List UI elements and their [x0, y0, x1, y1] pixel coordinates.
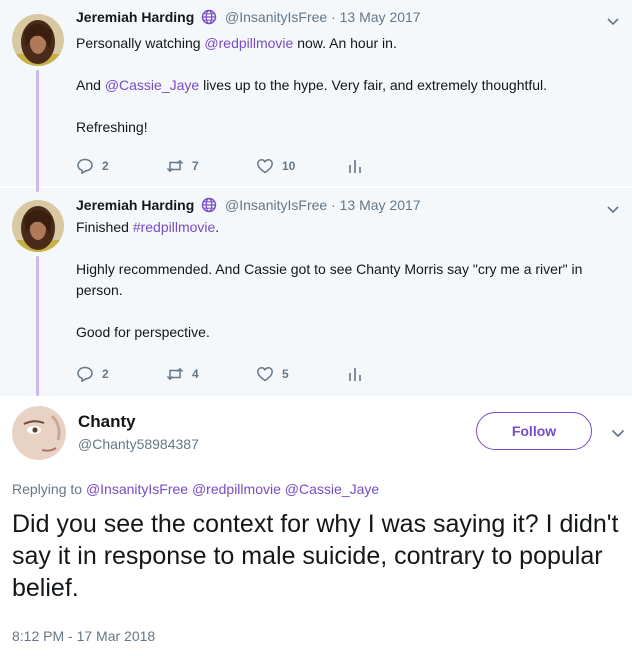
thread-line: [36, 256, 39, 396]
text-segment: Finished: [76, 219, 133, 235]
like-icon: [257, 367, 273, 382]
follow-button[interactable]: Follow: [476, 412, 592, 450]
author-handle[interactable]: @Chanty58984387: [78, 436, 199, 452]
tweet-date[interactable]: 13 May 2017: [340, 9, 421, 25]
like-count: 5: [282, 367, 289, 381]
like-count: 10: [282, 159, 296, 173]
text-segment: now. An hour in.: [293, 35, 397, 51]
tweet-header: Jeremiah Harding @InsanityIsFree · 13 Ma…: [76, 197, 421, 213]
reply-icon: [77, 366, 93, 383]
tweet-header: Jeremiah Harding @InsanityIsFree · 13 Ma…: [76, 9, 421, 25]
avatar[interactable]: [12, 406, 66, 460]
globe-icon: [201, 9, 217, 25]
text-segment: Good for perspective.: [76, 324, 210, 340]
text-segment: Refreshing!: [76, 119, 148, 135]
thread-tweet-1[interactable]: Jeremiah Harding @InsanityIsFree · 13 Ma…: [0, 0, 632, 186]
tweet-actions: 2 7 10: [76, 156, 436, 176]
retweet-button[interactable]: 7: [166, 157, 256, 175]
tweet-date[interactable]: 13 May 2017: [340, 197, 421, 213]
thread-tweet-2[interactable]: Jeremiah Harding @InsanityIsFree · 13 Ma…: [0, 184, 632, 396]
tweet-text: Did you see the context for why I was sa…: [12, 510, 619, 602]
replying-to: Replying to @InsanityIsFree @redpillmovi…: [12, 481, 379, 497]
reply-icon: [77, 158, 93, 175]
reply-count: 2: [102, 159, 109, 173]
mention-link[interactable]: @Cassie_Jaye: [285, 481, 379, 497]
globe-icon: [201, 197, 217, 213]
tweet-line: Finished #redpillmovie.: [76, 217, 624, 238]
like-icon: [257, 159, 273, 174]
tweet-line: Highly recommended. And Cassie got to se…: [76, 259, 624, 301]
author-handle[interactable]: @InsanityIsFree: [225, 9, 327, 25]
text-segment: And: [76, 77, 105, 93]
reply-count: 2: [102, 367, 109, 381]
avatar[interactable]: [12, 200, 64, 252]
tweet-line: Personally watching @redpillmovie now. A…: [76, 33, 624, 54]
text-segment: lives up to the hype. Very fair, and ext…: [199, 77, 548, 93]
retweet-count: 4: [192, 367, 199, 381]
like-button[interactable]: 10: [256, 157, 346, 175]
mention-link[interactable]: @redpillmovie: [192, 481, 281, 497]
avatar[interactable]: [12, 14, 64, 66]
author-name[interactable]: Jeremiah Harding: [76, 9, 194, 25]
chevron-down-icon[interactable]: [610, 425, 626, 441]
author-handle[interactable]: @InsanityIsFree: [225, 197, 327, 213]
analytics-icon: [349, 368, 361, 381]
separator: ·: [331, 9, 336, 25]
analytics-button[interactable]: [346, 157, 436, 175]
author-name[interactable]: Chanty: [78, 412, 136, 432]
author-name[interactable]: Jeremiah Harding: [76, 197, 194, 213]
chevron-down-icon[interactable]: [606, 202, 620, 216]
text-segment: .: [215, 219, 220, 235]
retweet-icon: [166, 367, 184, 381]
tweet-actions: 2 4 5: [76, 364, 436, 384]
analytics-button[interactable]: [346, 365, 436, 383]
tweet-line: Good for perspective.: [76, 322, 624, 343]
tweet-text: Personally watching @redpillmovie now. A…: [76, 33, 624, 138]
tweet-text: Finished #redpillmovie. Highly recommend…: [76, 217, 624, 343]
separator: ·: [331, 197, 336, 213]
thread-line: [36, 184, 39, 192]
reply-button[interactable]: 2: [76, 365, 166, 383]
replying-prefix: Replying to: [12, 481, 86, 497]
retweet-icon: [166, 159, 184, 173]
thread-line: [36, 70, 39, 186]
retweet-button[interactable]: 4: [166, 365, 256, 383]
hashtag-link[interactable]: #redpillmovie: [133, 219, 215, 235]
tweet-line: Refreshing!: [76, 117, 624, 138]
retweet-count: 7: [192, 159, 199, 173]
tweet-line: And @Cassie_Jaye lives up to the hype. V…: [76, 75, 624, 96]
analytics-icon: [349, 160, 361, 173]
mention-link[interactable]: @InsanityIsFree: [86, 481, 188, 497]
mention-link[interactable]: @redpillmovie: [204, 35, 293, 51]
like-button[interactable]: 5: [256, 365, 346, 383]
chevron-down-icon[interactable]: [606, 14, 620, 28]
mention-link[interactable]: @Cassie_Jaye: [105, 77, 199, 93]
text-segment: Personally watching: [76, 35, 205, 51]
tweet-timestamp[interactable]: 8:12 PM - 17 Mar 2018: [12, 628, 155, 644]
text-segment: Highly recommended. And Cassie got to se…: [76, 261, 583, 298]
reply-button[interactable]: 2: [76, 157, 166, 175]
